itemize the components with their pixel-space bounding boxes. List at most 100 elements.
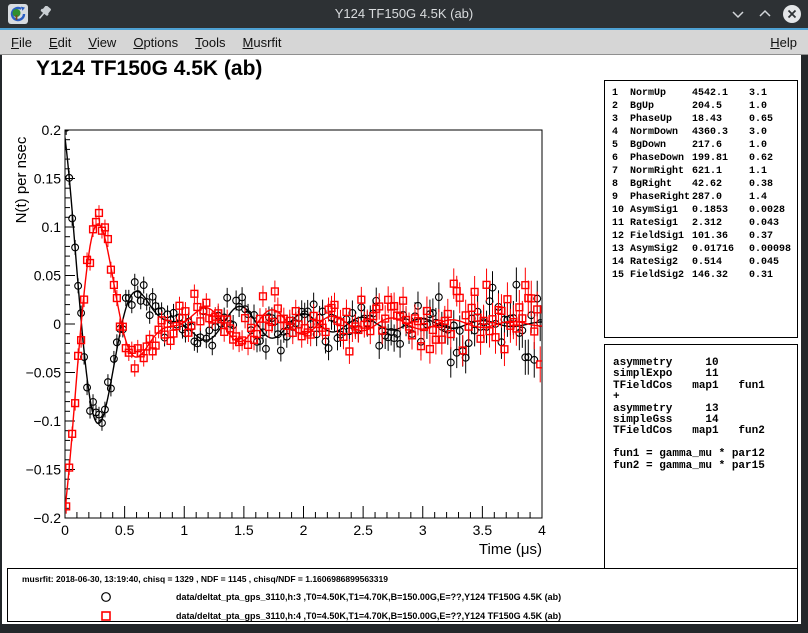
param-num: 8 xyxy=(612,178,630,191)
param-row: 1NormUp4542.13.1 xyxy=(605,87,797,100)
param-name: PhaseRight xyxy=(630,191,692,204)
param-num: 6 xyxy=(612,152,630,165)
param-value: 287.0 xyxy=(692,191,749,204)
titlebar[interactable]: Y124 TF150G 4.5K (ab) xyxy=(0,0,808,28)
param-row: 6PhaseDown199.810.62 xyxy=(605,152,797,165)
svg-text:0.5: 0.5 xyxy=(115,522,135,538)
svg-text:1: 1 xyxy=(180,522,188,538)
svg-text:−0.05: −0.05 xyxy=(26,365,62,381)
param-value: 204.5 xyxy=(692,100,749,113)
window-title: Y124 TF150G 4.5K (ab) xyxy=(0,0,808,28)
app-window: Y124 TF150G 4.5K (ab) Fil xyxy=(0,0,808,633)
menu-item-tools[interactable]: Tools xyxy=(193,34,227,51)
param-name: NormDown xyxy=(630,126,692,139)
param-name: AsymSig1 xyxy=(630,204,692,217)
param-value: 0.1853 xyxy=(692,204,749,217)
param-num: 11 xyxy=(612,217,630,230)
param-value: 0.01716 xyxy=(692,243,749,256)
param-error: 0.045 xyxy=(749,256,797,269)
menu-item-options[interactable]: Options xyxy=(131,34,180,51)
param-value: 101.36 xyxy=(692,230,749,243)
series-h4 xyxy=(63,205,544,513)
param-error: 0.0028 xyxy=(749,204,797,217)
param-value: 0.514 xyxy=(692,256,749,269)
root-canvas: Y124 TF150G 4.5K (ab) 00.511.522.533.54−… xyxy=(0,55,808,633)
svg-text:0.15: 0.15 xyxy=(34,171,61,187)
param-row: 13AsymSig20.017160.00098 xyxy=(605,243,797,256)
maximize-button[interactable] xyxy=(755,4,775,24)
param-row: 9PhaseRight287.01.4 xyxy=(605,191,797,204)
svg-text:0.1: 0.1 xyxy=(42,219,62,235)
param-name: NormUp xyxy=(630,87,692,100)
param-name: RateSig2 xyxy=(630,256,692,269)
param-value: 4360.3 xyxy=(692,126,749,139)
circle-marker-icon xyxy=(100,591,112,603)
param-error: 0.043 xyxy=(749,217,797,230)
svg-text:0: 0 xyxy=(53,316,61,332)
param-name: RateSig1 xyxy=(630,217,692,230)
chevron-down-icon xyxy=(730,6,746,22)
svg-text:3: 3 xyxy=(419,522,427,538)
param-error: 3.0 xyxy=(749,126,797,139)
param-error: 0.00098 xyxy=(749,243,797,256)
param-error: 1.0 xyxy=(749,139,797,152)
param-num: 3 xyxy=(612,113,630,126)
menu-item-file[interactable]: File xyxy=(9,34,34,51)
legend-row-h3: data/deltat_pta_gps_3110,h:3 ,T0=4.50K,T… xyxy=(8,591,797,603)
param-name: FieldSig1 xyxy=(630,230,692,243)
param-row: 11RateSig12.3120.043 xyxy=(605,217,797,230)
fit-summary: musrfit: 2018-06-30, 13:19:40, chisq = 1… xyxy=(22,574,388,584)
param-row: 8BgRight42.620.38 xyxy=(605,178,797,191)
param-row: 5BgDown217.61.0 xyxy=(605,139,797,152)
param-name: AsymSig2 xyxy=(630,243,692,256)
param-value: 42.62 xyxy=(692,178,749,191)
menubar: File Edit View Options Tools Musrfit Help xyxy=(0,28,808,55)
param-row: 4NormDown4360.33.0 xyxy=(605,126,797,139)
menu-item-help[interactable]: Help xyxy=(768,34,799,51)
parameter-table: 1NormUp4542.13.12BgUp204.51.03PhaseUp18.… xyxy=(604,80,798,338)
param-row: 15FieldSig2146.320.31 xyxy=(605,269,797,282)
param-error: 0.38 xyxy=(749,178,797,191)
svg-text:0.2: 0.2 xyxy=(42,122,62,138)
menubar-right: Help xyxy=(768,35,808,50)
close-button[interactable] xyxy=(782,4,802,24)
param-error: 1.4 xyxy=(749,191,797,204)
param-name: NormRight xyxy=(630,165,692,178)
param-value: 4542.1 xyxy=(692,87,749,100)
param-value: 217.6 xyxy=(692,139,749,152)
param-num: 1 xyxy=(612,87,630,100)
param-num: 5 xyxy=(612,139,630,152)
theory-block: asymmetry 10 simplExpo 11 TFieldCos map1… xyxy=(604,344,798,570)
param-num: 10 xyxy=(612,204,630,217)
minimize-button[interactable] xyxy=(728,4,748,24)
svg-text:0.05: 0.05 xyxy=(34,268,61,284)
param-row: 3PhaseUp18.430.65 xyxy=(605,113,797,126)
window-controls xyxy=(728,0,802,28)
menu-item-view[interactable]: View xyxy=(86,34,118,51)
square-marker-icon xyxy=(100,610,112,622)
legend-label-h3: data/deltat_pta_gps_3110,h:3 ,T0=4.50K,T… xyxy=(176,592,561,602)
svg-text:2.5: 2.5 xyxy=(353,522,373,538)
param-name: BgRight xyxy=(630,178,692,191)
param-name: BgDown xyxy=(630,139,692,152)
param-num: 2 xyxy=(612,100,630,113)
param-value: 18.43 xyxy=(692,113,749,126)
svg-text:1.5: 1.5 xyxy=(234,522,254,538)
fit-info-box: musrfit: 2018-06-30, 13:19:40, chisq = 1… xyxy=(7,568,798,622)
plot-area[interactable]: 00.511.522.533.54−0.2−0.15−0.1−0.0500.05… xyxy=(2,70,602,575)
param-row: 2BgUp204.51.0 xyxy=(605,100,797,113)
menu-item-edit[interactable]: Edit xyxy=(47,34,73,51)
menu-item-musrfit[interactable]: Musrfit xyxy=(241,34,284,51)
param-error: 0.31 xyxy=(749,269,797,282)
param-value: 2.312 xyxy=(692,217,749,230)
param-num: 7 xyxy=(612,165,630,178)
param-error: 3.1 xyxy=(749,87,797,100)
chevron-up-icon xyxy=(757,6,773,22)
param-num: 15 xyxy=(612,269,630,282)
svg-text:−0.15: −0.15 xyxy=(26,462,62,478)
param-error: 1.1 xyxy=(749,165,797,178)
param-num: 4 xyxy=(612,126,630,139)
legend-row-h4: data/deltat_pta_gps_3110,h:4 ,T0=4.50K,T… xyxy=(8,610,797,622)
param-num: 9 xyxy=(612,191,630,204)
svg-text:2: 2 xyxy=(300,522,308,538)
